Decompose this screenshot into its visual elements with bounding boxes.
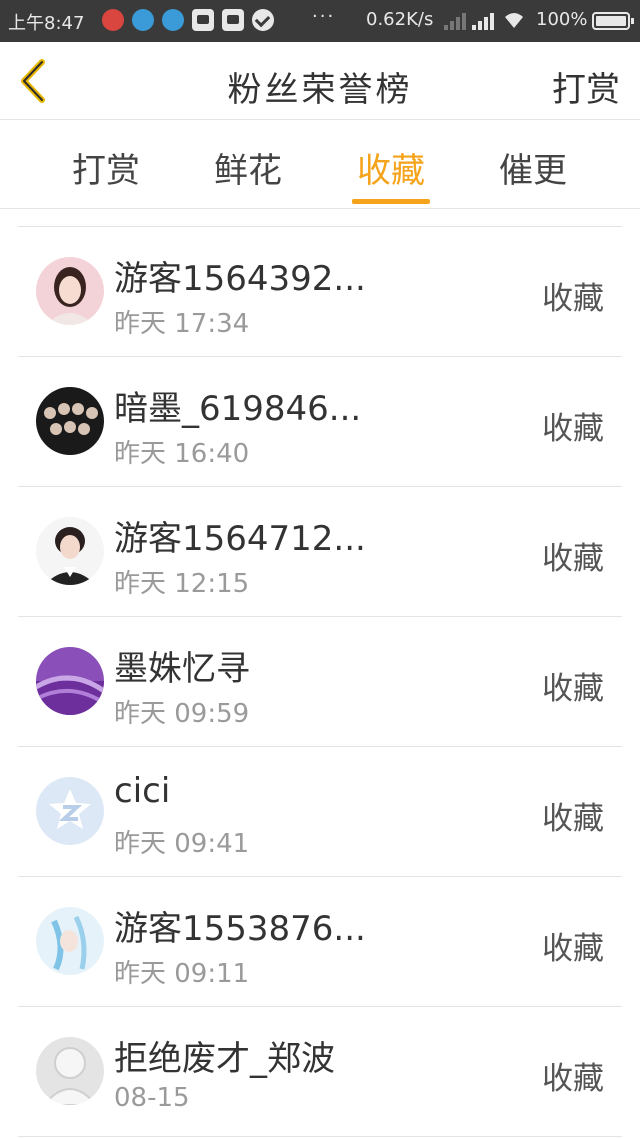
fan-time: 昨天 16:40 xyxy=(114,439,250,469)
list-item[interactable]: 墨姝忆寻 昨天 09:59 收藏 xyxy=(18,617,622,747)
fan-name: 游客1564392... xyxy=(114,259,366,299)
tab-urge-update[interactable]: 催更 xyxy=(488,143,578,192)
avatar xyxy=(36,777,104,845)
fan-time: 昨天 09:41 xyxy=(114,829,250,859)
app-notification-icon xyxy=(162,9,184,31)
more-notifications-icon: ··· xyxy=(312,6,336,27)
top-bar: 粉丝荣誉榜 打赏 xyxy=(0,42,640,120)
avatar xyxy=(36,647,104,715)
fan-name: 游客1564712... xyxy=(114,519,366,559)
wifi-icon xyxy=(505,13,523,28)
list-item[interactable]: cici 昨天 09:41 收藏 xyxy=(18,747,622,877)
list-item[interactable]: 暗墨_619846... 昨天 16:40 收藏 xyxy=(18,357,622,487)
app-notification-icon xyxy=(132,9,154,31)
avatar xyxy=(36,1037,104,1105)
fan-time: 昨天 12:15 xyxy=(114,569,250,599)
tab-bar: 打赏 鲜花 收藏 催更 xyxy=(0,121,640,209)
tab-flowers[interactable]: 鲜花 xyxy=(203,143,293,192)
action-label: 收藏 xyxy=(542,1061,604,1097)
list-item[interactable]: 游客1564712... 昨天 12:15 收藏 xyxy=(18,487,622,617)
fan-name: 暗墨_619846... xyxy=(114,389,362,429)
fan-list: 游客1564392... 昨天 17:34 收藏 暗墨_619846... 昨天… xyxy=(18,226,622,1137)
signal-sim1-icon xyxy=(444,12,466,30)
tab-reward[interactable]: 打赏 xyxy=(61,143,151,192)
music-app-icon xyxy=(102,9,124,31)
page-title: 粉丝荣誉榜 xyxy=(227,70,413,110)
avatar xyxy=(36,387,104,455)
battery-icon xyxy=(592,12,634,30)
list-item[interactable]: 游客1553876... 昨天 09:11 收藏 xyxy=(18,877,622,1007)
reward-button[interactable]: 打赏 xyxy=(552,62,620,111)
avatar xyxy=(36,257,104,325)
avatar xyxy=(36,907,104,975)
avatar xyxy=(36,517,104,585)
fan-name: 墨姝忆寻 xyxy=(114,649,250,689)
action-label: 收藏 xyxy=(542,281,604,317)
action-label: 收藏 xyxy=(542,801,604,837)
network-speed: 0.62K/s xyxy=(366,9,434,30)
tab-favorites[interactable]: 收藏 xyxy=(346,143,436,192)
list-item[interactable]: 拒绝废才_郑波 08-15 收藏 xyxy=(18,1007,622,1137)
action-label: 收藏 xyxy=(542,931,604,967)
fan-name: 拒绝废才_郑波 xyxy=(114,1039,335,1079)
action-label: 收藏 xyxy=(542,541,604,577)
action-label: 收藏 xyxy=(542,411,604,447)
fan-time: 昨天 17:34 xyxy=(114,309,250,339)
check-icon xyxy=(252,9,274,31)
action-label: 收藏 xyxy=(542,671,604,707)
status-time: 上午8:47 xyxy=(8,13,85,34)
notification-icons xyxy=(102,9,274,31)
fan-time: 昨天 09:11 xyxy=(114,959,250,989)
signal-sim2-icon xyxy=(472,12,494,30)
fan-time: 昨天 09:59 xyxy=(114,699,250,729)
active-tab-indicator xyxy=(352,199,430,204)
message-app-icon xyxy=(192,9,214,31)
list-item[interactable]: 游客1564392... 昨天 17:34 收藏 xyxy=(18,227,622,357)
status-bar: 上午8:47 ··· 0.62K/s 100% xyxy=(0,0,640,42)
fan-name: 游客1553876... xyxy=(114,909,366,949)
fan-time: 08-15 xyxy=(114,1083,190,1113)
message-app-icon xyxy=(222,9,244,31)
battery-percent: 100% xyxy=(536,9,588,30)
fan-name: cici xyxy=(114,771,171,811)
